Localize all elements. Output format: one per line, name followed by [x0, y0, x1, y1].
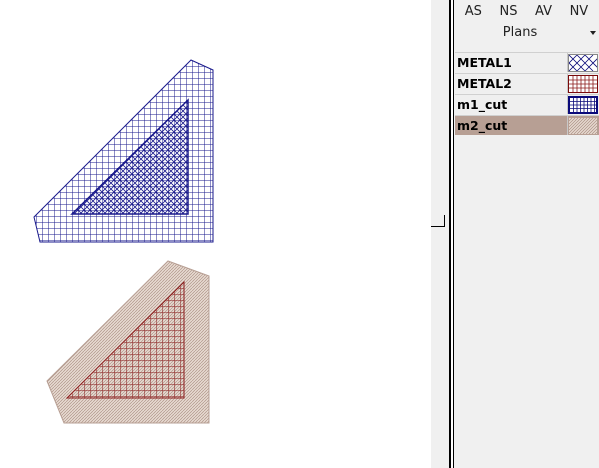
metal1-swatch-icon[interactable]	[568, 54, 598, 72]
layer-name: METAL1	[457, 55, 512, 70]
plans-label: Plans	[502, 25, 538, 40]
plans-dropdown[interactable]: Plans	[454, 24, 599, 42]
layer-name: m2_cut	[457, 118, 508, 133]
layer-row-metal2[interactable]: METAL2	[455, 73, 599, 93]
resize-handle[interactable]	[431, 215, 445, 227]
layer-row-m2-cut[interactable]: m2_cut	[455, 115, 599, 135]
layer-row-metal1[interactable]: METAL1	[455, 52, 599, 72]
resize-handle-h	[431, 226, 445, 227]
layer-name: METAL2	[457, 76, 512, 91]
m2-cut-swatch-icon[interactable]	[568, 117, 598, 135]
resize-handle-v	[444, 215, 445, 227]
layer-list: METAL1 METAL2 m1_cut m2_cut	[455, 52, 599, 136]
chevron-down-icon	[590, 31, 596, 35]
metal2-swatch-icon[interactable]	[568, 75, 598, 93]
canvas-scroll-gutter[interactable]	[431, 0, 449, 468]
tab-as[interactable]: AS	[463, 3, 484, 21]
visibility-tabs: AS NS AV NV	[454, 3, 599, 21]
tab-nv[interactable]: NV	[568, 3, 591, 21]
m1-cut-shape[interactable]	[70, 98, 189, 215]
tab-av[interactable]: AV	[533, 3, 554, 21]
layout-canvas[interactable]	[0, 0, 431, 468]
layer-panel: AS NS AV NV Plans METAL1 METAL2 m1_cut m…	[454, 0, 599, 468]
tab-ns[interactable]: NS	[498, 3, 520, 21]
layout-drawing	[33, 59, 214, 424]
layer-name: m1_cut	[457, 97, 508, 112]
metal2-shape[interactable]	[65, 280, 185, 399]
layer-row-m1-cut[interactable]: m1_cut	[455, 94, 599, 114]
m1-cut-swatch-icon[interactable]	[568, 96, 598, 114]
